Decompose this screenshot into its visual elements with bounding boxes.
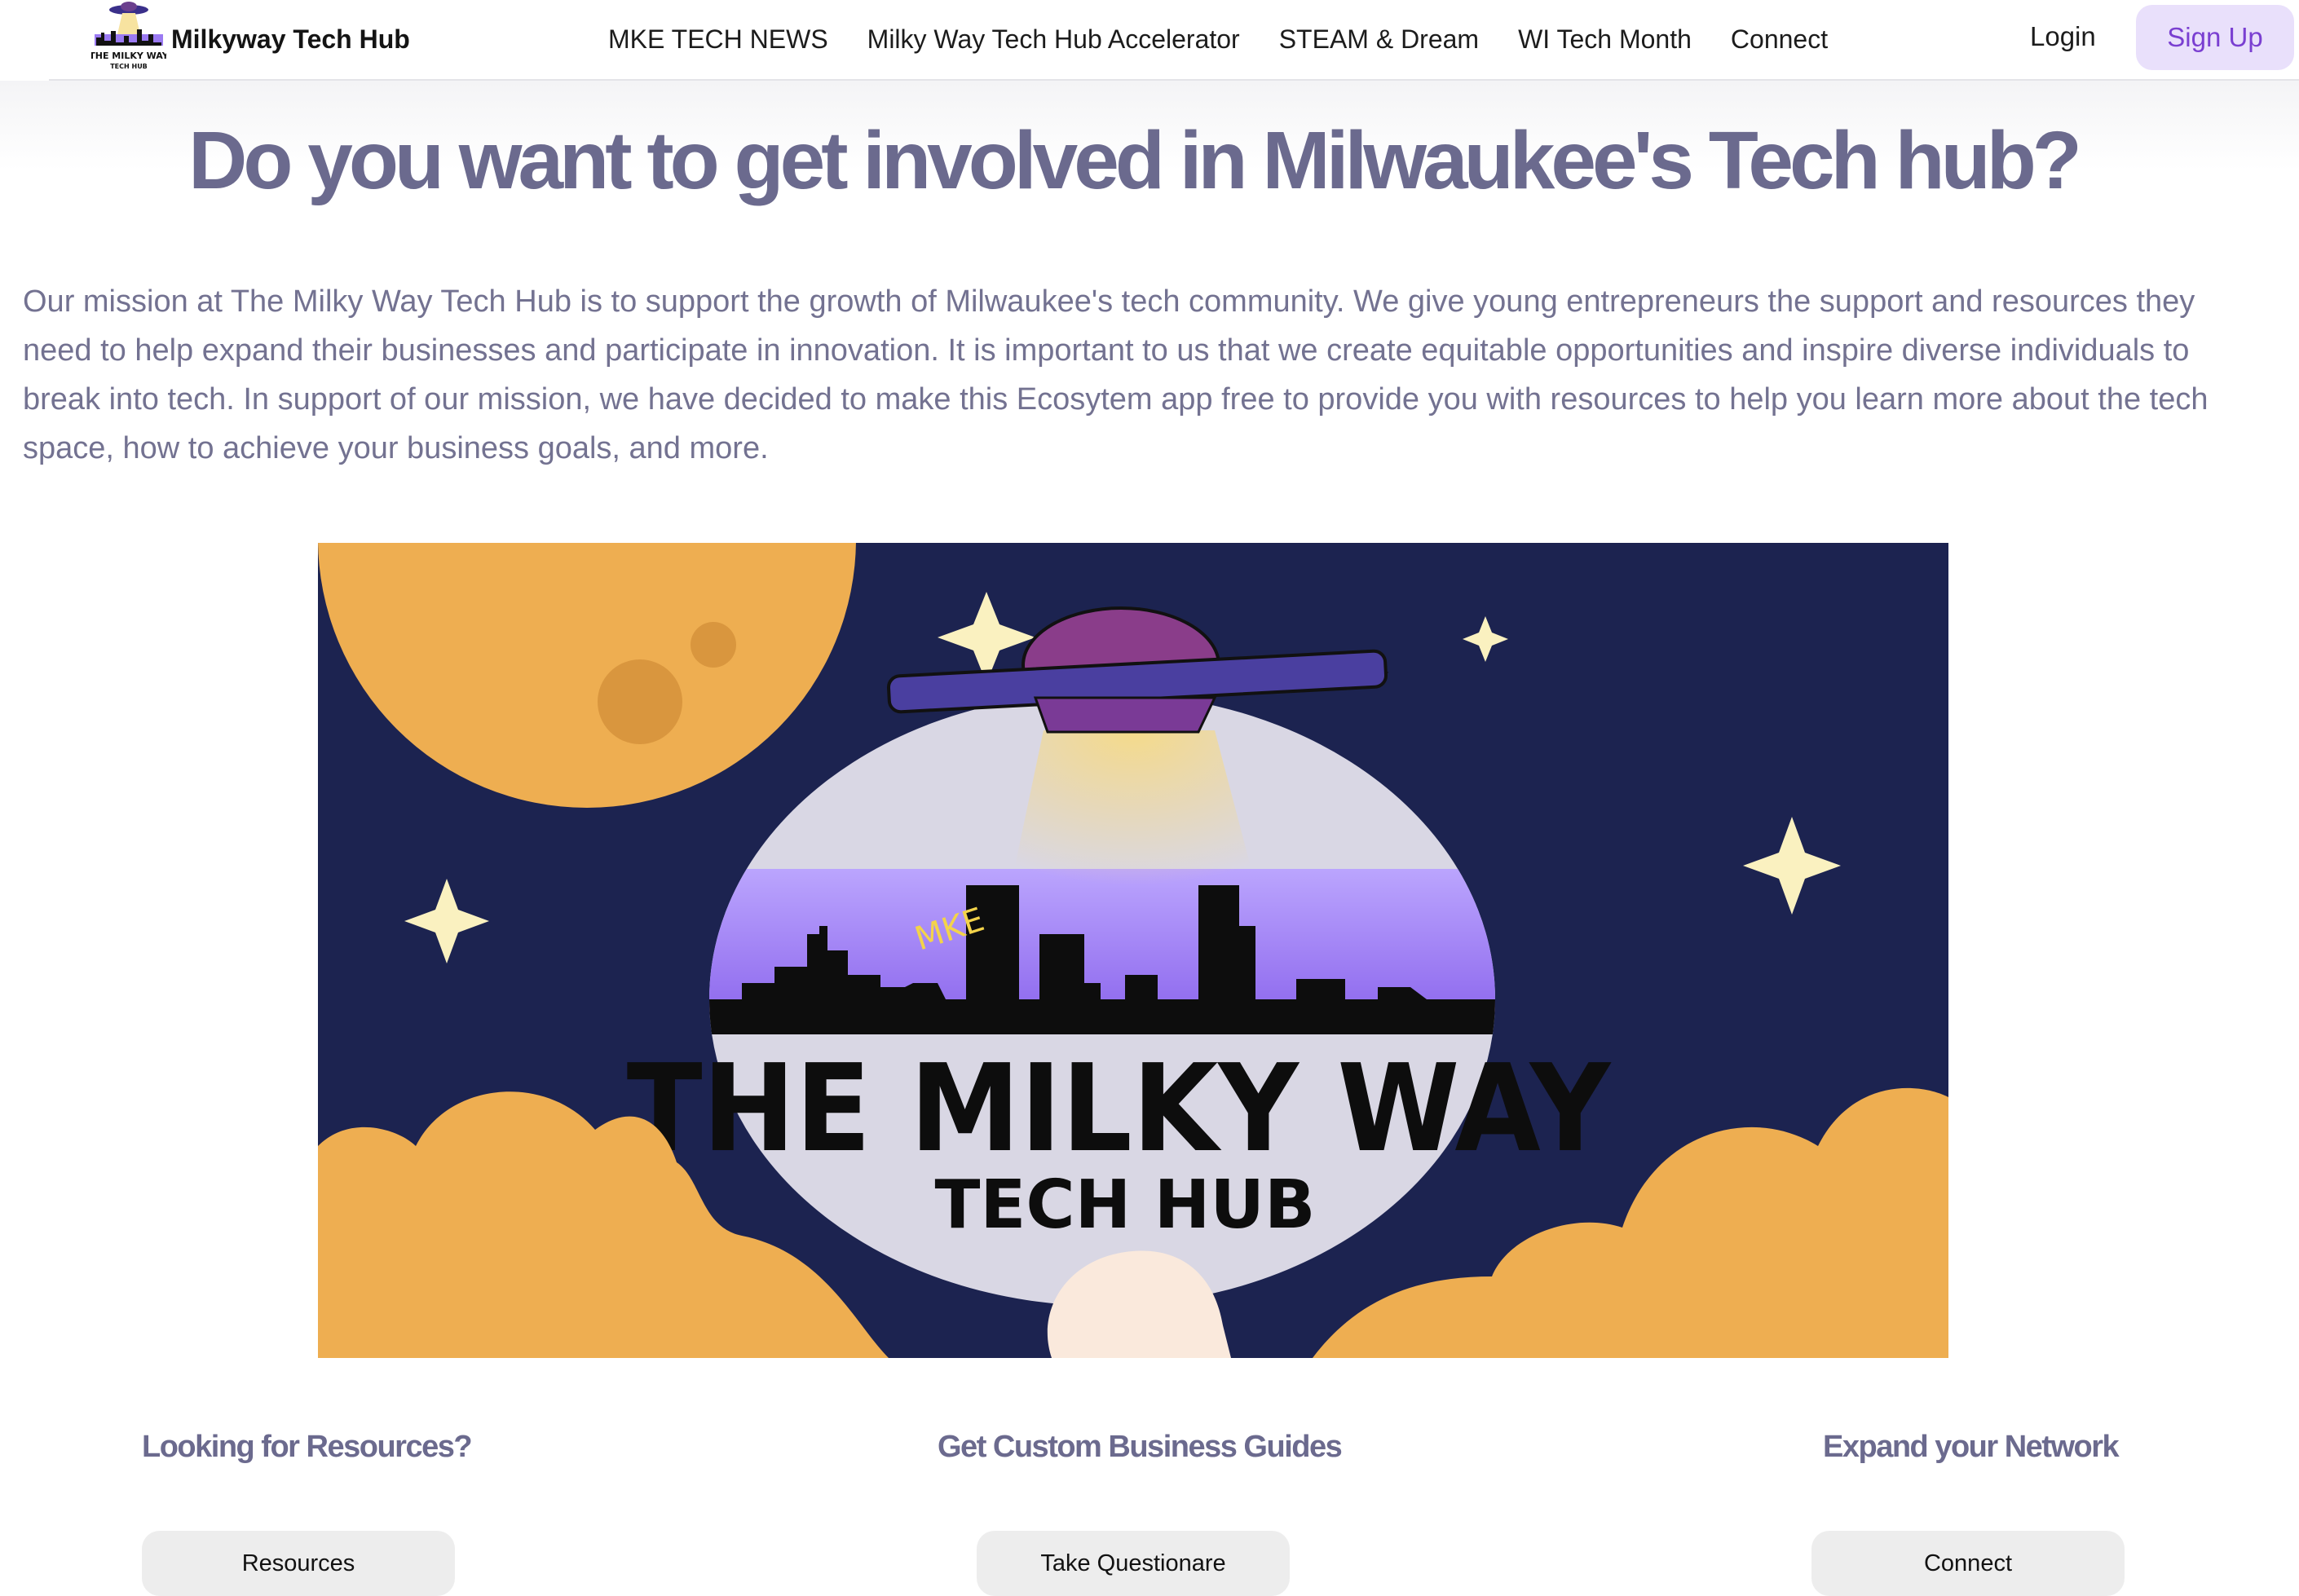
nav-links: MKE TECH NEWS Milky Way Tech Hub Acceler… [608,0,1867,78]
feature-title-business-guides: Get Custom Business Guides [938,1430,1343,1464]
moon-crater-small [691,622,736,668]
moon-crater-large [598,659,682,744]
top-navbar: THE MILKY WAY TECH HUB Milkyway Tech Hub… [0,0,2299,80]
brand-logo-text-1: THE MILKY WAY [91,51,166,61]
nav-link-accelerator[interactable]: Milky Way Tech Hub Accelerator [867,24,1240,55]
brand-home-link[interactable]: THE MILKY WAY TECH HUB Milkyway Tech Hub [89,0,410,78]
connect-button[interactable]: Connect [1811,1531,2125,1596]
resources-button[interactable]: Resources [142,1531,455,1596]
page-title: Do you want to get involved in Milwaukee… [188,115,2082,206]
nav-link-connect[interactable]: Connect [1731,24,1828,55]
mission-paragraph: Our mission at The Milky Way Tech Hub is… [23,284,2209,465]
login-link[interactable]: Login [2030,21,2096,52]
feature-title-resources: Looking for Resources? [142,1430,473,1464]
hero-logo-title: THE MILKY WAY [627,1038,1613,1179]
nav-link-wi-tech-month[interactable]: WI Tech Month [1518,24,1692,55]
hero-illustration: MKE THE MILKY WAY TECH HUB [318,270,1948,1358]
take-questionnaire-button[interactable]: Take Questionare [977,1531,1290,1596]
feature-title-network: Expand your Network [1823,1430,2120,1464]
signup-button[interactable]: Sign Up [2136,5,2294,70]
brand-name: Milkyway Tech Hub [171,24,410,54]
brand-logo-text-2: TECH HUB [110,63,148,70]
nav-link-mke-tech-news[interactable]: MKE TECH NEWS [608,24,828,55]
nav-link-steam-dream[interactable]: STEAM & Dream [1279,24,1479,55]
ufo-light-beam [1011,730,1255,885]
brand-logo: THE MILKY WAY TECH HUB [89,2,170,77]
hero-logo-subtitle: TECH HUB [934,1166,1315,1244]
